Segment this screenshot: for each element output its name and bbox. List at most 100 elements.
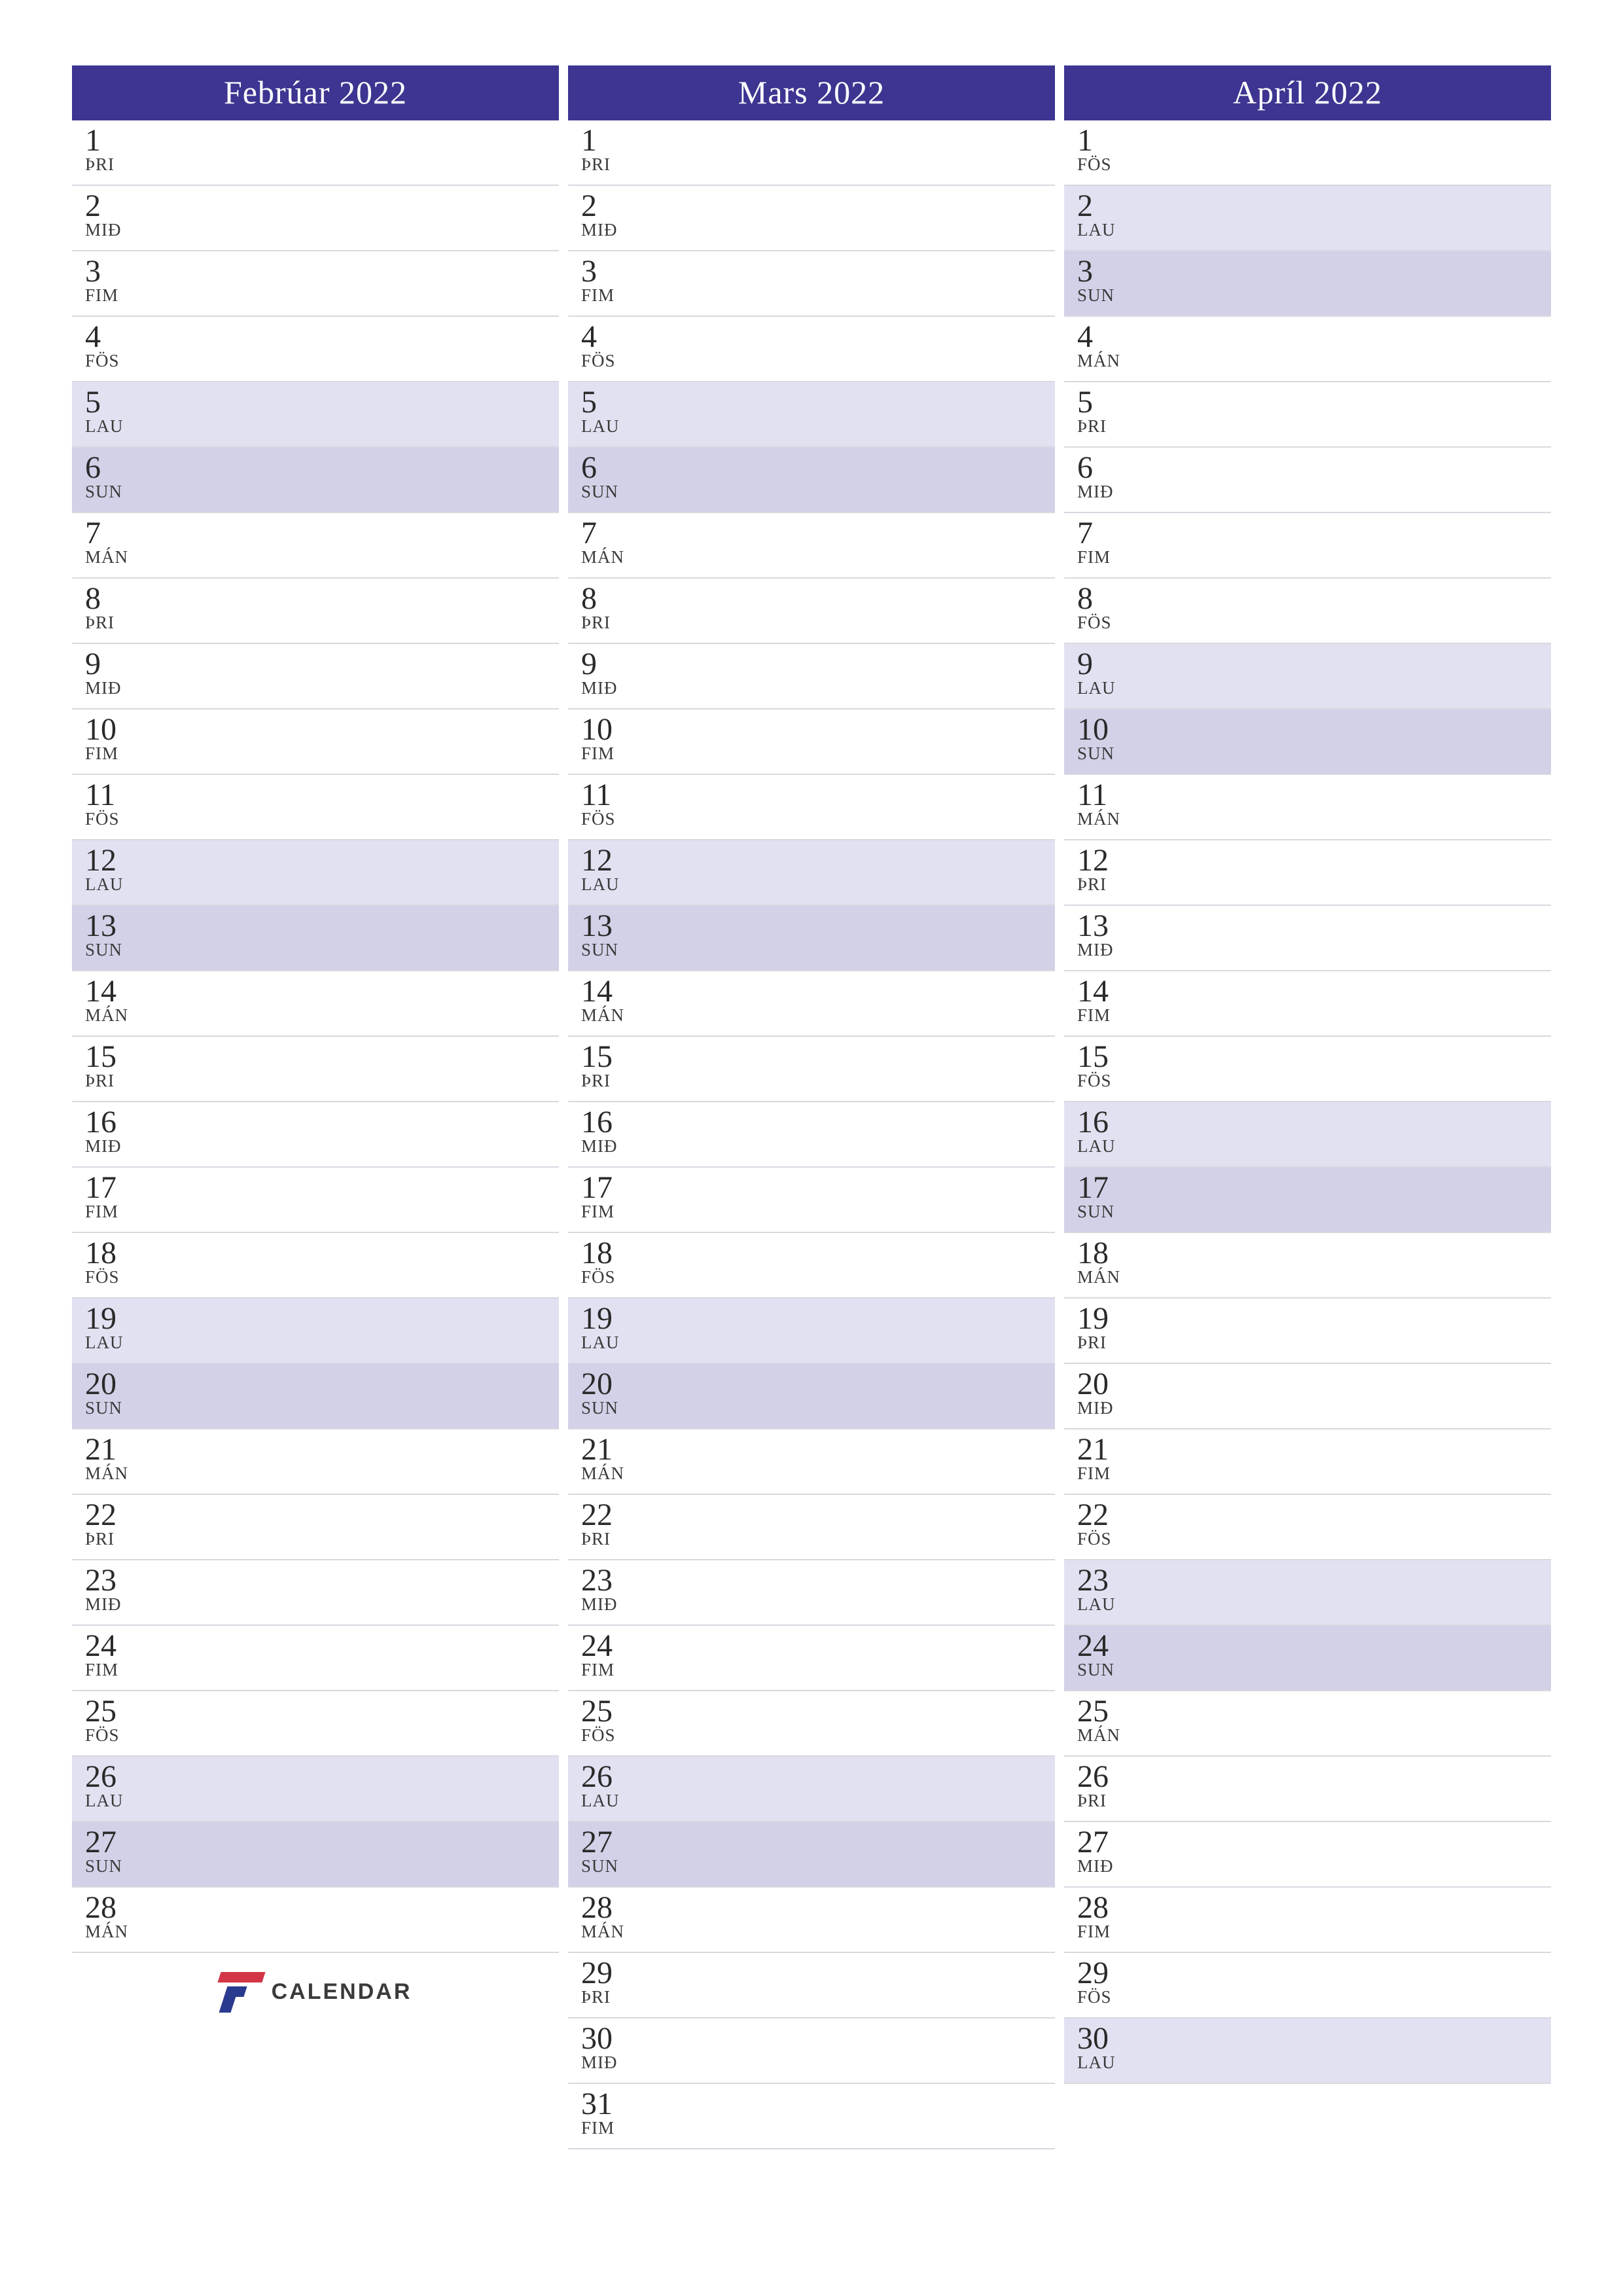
day-number: 5 bbox=[581, 386, 1046, 419]
day-cell: 26LAU bbox=[568, 1757, 1055, 1822]
day-number: 17 bbox=[85, 1172, 550, 1204]
day-weekday: SUN bbox=[1077, 287, 1542, 304]
day-number: 22 bbox=[85, 1499, 550, 1532]
day-weekday: FIM bbox=[85, 287, 550, 304]
day-number: 5 bbox=[1077, 386, 1542, 419]
day-number: 15 bbox=[85, 1041, 550, 1073]
day-cell: 13MIÐ bbox=[1064, 906, 1551, 971]
day-weekday: MÁN bbox=[1077, 352, 1542, 370]
day-cell: 17FIM bbox=[72, 1168, 559, 1233]
day-weekday: FÖS bbox=[85, 810, 550, 828]
day-weekday: MIÐ bbox=[581, 221, 1046, 239]
day-weekday: ÞRI bbox=[581, 156, 1046, 173]
day-weekday: ÞRI bbox=[1077, 876, 1542, 893]
day-weekday: ÞRI bbox=[1077, 1334, 1542, 1352]
day-cell: 4FÖS bbox=[568, 317, 1055, 382]
day-number: 12 bbox=[581, 844, 1046, 877]
day-number: 2 bbox=[581, 190, 1046, 223]
day-number: 9 bbox=[581, 648, 1046, 681]
day-number: 19 bbox=[1077, 1302, 1542, 1335]
day-cell: 29ÞRI bbox=[568, 1953, 1055, 2018]
day-weekday: MÁN bbox=[85, 548, 550, 566]
day-cell: 23MIÐ bbox=[568, 1560, 1055, 1626]
day-weekday: LAU bbox=[1077, 221, 1542, 239]
day-number: 4 bbox=[1077, 321, 1542, 353]
day-cell: 12ÞRI bbox=[1064, 840, 1551, 906]
day-cell: 21MÁN bbox=[72, 1429, 559, 1495]
day-cell: 11FÖS bbox=[72, 775, 559, 840]
day-number: 23 bbox=[1077, 1564, 1542, 1597]
day-number: 3 bbox=[581, 255, 1046, 288]
day-weekday: LAU bbox=[1077, 1596, 1542, 1613]
day-cell: 11MÁN bbox=[1064, 775, 1551, 840]
day-weekday: MÁN bbox=[581, 1007, 1046, 1024]
day-cell: 22FÖS bbox=[1064, 1495, 1551, 1560]
day-cell: 8ÞRI bbox=[568, 579, 1055, 644]
day-cell: 25FÖS bbox=[568, 1691, 1055, 1757]
day-number: 16 bbox=[581, 1106, 1046, 1139]
day-number: 2 bbox=[85, 190, 550, 223]
day-weekday: MIÐ bbox=[85, 221, 550, 239]
day-cell: 7FIM bbox=[1064, 513, 1551, 579]
day-number: 23 bbox=[85, 1564, 550, 1597]
day-number: 22 bbox=[1077, 1499, 1542, 1532]
day-cell: 13SUN bbox=[568, 906, 1055, 971]
month-column: Febrúar 20221ÞRI2MIÐ3FIM4FÖS5LAU6SUN7MÁN… bbox=[72, 65, 559, 2149]
day-cell: 25FÖS bbox=[72, 1691, 559, 1757]
day-cell: 9MIÐ bbox=[568, 644, 1055, 709]
day-weekday: FÖS bbox=[1077, 1988, 1542, 2006]
day-cell: 1FÖS bbox=[1064, 120, 1551, 186]
day-cell: 5ÞRI bbox=[1064, 382, 1551, 448]
day-weekday: MIÐ bbox=[85, 1596, 550, 1613]
day-number: 27 bbox=[581, 1826, 1046, 1859]
day-weekday: LAU bbox=[85, 876, 550, 893]
day-cell: 12LAU bbox=[568, 840, 1055, 906]
day-weekday: LAU bbox=[581, 418, 1046, 435]
day-weekday: LAU bbox=[1077, 1138, 1542, 1155]
day-number: 15 bbox=[1077, 1041, 1542, 1073]
day-weekday: MÁN bbox=[581, 1465, 1046, 1482]
month-column: Apríl 20221FÖS2LAU3SUN4MÁN5ÞRI6MIÐ7FIM8F… bbox=[1064, 65, 1551, 2149]
day-number: 18 bbox=[581, 1237, 1046, 1270]
day-cell: 10FIM bbox=[568, 709, 1055, 775]
day-cell: 31FIM bbox=[568, 2084, 1055, 2149]
day-number: 19 bbox=[85, 1302, 550, 1335]
month-title: Mars 2022 bbox=[568, 65, 1055, 120]
day-cell: 5LAU bbox=[568, 382, 1055, 448]
day-number: 18 bbox=[85, 1237, 550, 1270]
day-number: 7 bbox=[581, 517, 1046, 550]
day-number: 3 bbox=[85, 255, 550, 288]
day-weekday: FIM bbox=[581, 2119, 1046, 2137]
day-number: 2 bbox=[1077, 190, 1542, 223]
day-number: 7 bbox=[85, 517, 550, 550]
day-weekday: FÖS bbox=[85, 1268, 550, 1286]
day-cell: 3FIM bbox=[72, 251, 559, 317]
day-weekday: ÞRI bbox=[85, 1072, 550, 1090]
day-number: 25 bbox=[85, 1695, 550, 1728]
day-cell: 6MIÐ bbox=[1064, 448, 1551, 513]
day-number: 28 bbox=[1077, 1892, 1542, 1924]
day-weekday: FIM bbox=[1077, 548, 1542, 566]
day-number: 11 bbox=[581, 779, 1046, 812]
day-weekday: LAU bbox=[1077, 679, 1542, 697]
day-cell: 18MÁN bbox=[1064, 1233, 1551, 1299]
day-cell: 1ÞRI bbox=[568, 120, 1055, 186]
day-weekday: ÞRI bbox=[85, 1530, 550, 1548]
day-weekday: LAU bbox=[581, 1334, 1046, 1352]
day-cell: 18FÖS bbox=[568, 1233, 1055, 1299]
day-number: 8 bbox=[581, 583, 1046, 615]
day-number: 11 bbox=[1077, 779, 1542, 812]
day-weekday: FÖS bbox=[581, 1727, 1046, 1744]
day-cell: 10SUN bbox=[1064, 709, 1551, 775]
day-number: 18 bbox=[1077, 1237, 1542, 1270]
day-weekday: SUN bbox=[1077, 745, 1542, 762]
day-weekday: FIM bbox=[581, 1203, 1046, 1221]
day-number: 29 bbox=[581, 1957, 1046, 1990]
day-cell: 5LAU bbox=[72, 382, 559, 448]
day-number: 8 bbox=[85, 583, 550, 615]
day-cell: 20SUN bbox=[72, 1364, 559, 1429]
day-cell: 28MÁN bbox=[72, 1888, 559, 1953]
day-weekday: SUN bbox=[1077, 1203, 1542, 1221]
day-weekday: FÖS bbox=[85, 352, 550, 370]
day-cell: 6SUN bbox=[72, 448, 559, 513]
